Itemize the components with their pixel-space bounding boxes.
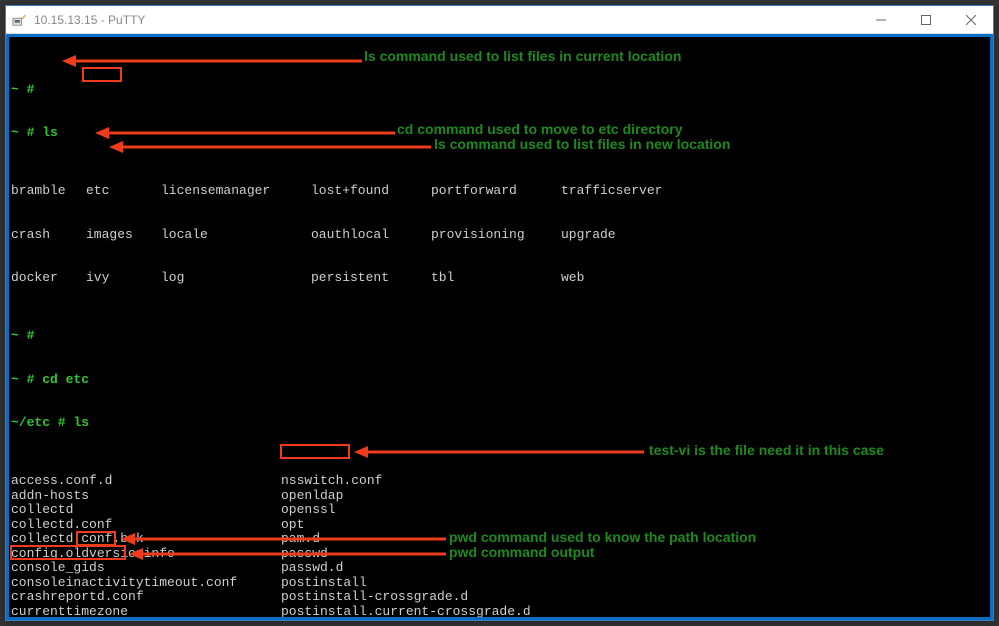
terminal[interactable]: ~ # ~ # ls brambleetclicensemanagerlost+…	[6, 34, 993, 620]
ls-output-row: crashimageslocaleoauthlocalprovisioningu…	[11, 228, 988, 243]
annotation-ls: ls command used to list files in current…	[364, 49, 681, 64]
putty-window: 10.15.13.15 - PuTTY ~ # ~ # ls brambleet…	[5, 5, 994, 621]
arrow-testvi	[354, 446, 644, 458]
maximize-button[interactable]	[903, 6, 948, 34]
ls-etc-row: addn-hostsopenldap	[11, 489, 988, 504]
putty-icon	[6, 13, 32, 27]
annotation-pwd: pwd command used to know the path locati…	[449, 530, 756, 545]
annotation-pwd-out: pwd command output	[449, 545, 594, 560]
annotation-ls2: ls command used to list files in new loc…	[434, 137, 730, 152]
ls-etc-row: access.conf.dnsswitch.conf	[11, 474, 988, 489]
prompt-ls-etc: ~/etc # ls	[11, 416, 988, 431]
prompt-cd: ~ # cd etc	[11, 373, 988, 388]
ls-etc-row: consoleinactivitytimeout.confpostinstall	[11, 576, 988, 591]
prompt-line: ~ #	[11, 329, 988, 344]
minimize-button[interactable]	[858, 6, 903, 34]
ls-output-row: brambleetclicensemanagerlost+foundportfo…	[11, 184, 988, 199]
arrow-ls	[62, 55, 362, 67]
ls-etc-row: crashreportd.confpostinstall-crossgrade.…	[11, 590, 988, 605]
annotation-cd: cd command used to move to etc directory	[397, 122, 683, 137]
annotation-testvi: test-vi is the file need it in this case	[649, 443, 884, 458]
prompt-line: ~ #	[11, 83, 988, 98]
close-button[interactable]	[948, 6, 993, 34]
arrow-ls2	[109, 141, 431, 153]
ls-etc-row: currenttimezonepostinstall.current-cross…	[11, 605, 988, 620]
titlebar[interactable]: 10.15.13.15 - PuTTY	[6, 6, 993, 34]
redbox-etc	[82, 67, 122, 82]
ls-etc-row: date_time_zonespec.csvpostinstall.curren…	[11, 619, 988, 620]
window-title: 10.15.13.15 - PuTTY	[32, 13, 858, 27]
ls-output-row: dockerivylogpersistenttblweb	[11, 271, 988, 286]
redbox-testvi	[280, 444, 350, 459]
ls-etc-row: collectdopenssl	[11, 503, 988, 518]
ls-etc-row: console_gidspasswd.d	[11, 561, 988, 576]
